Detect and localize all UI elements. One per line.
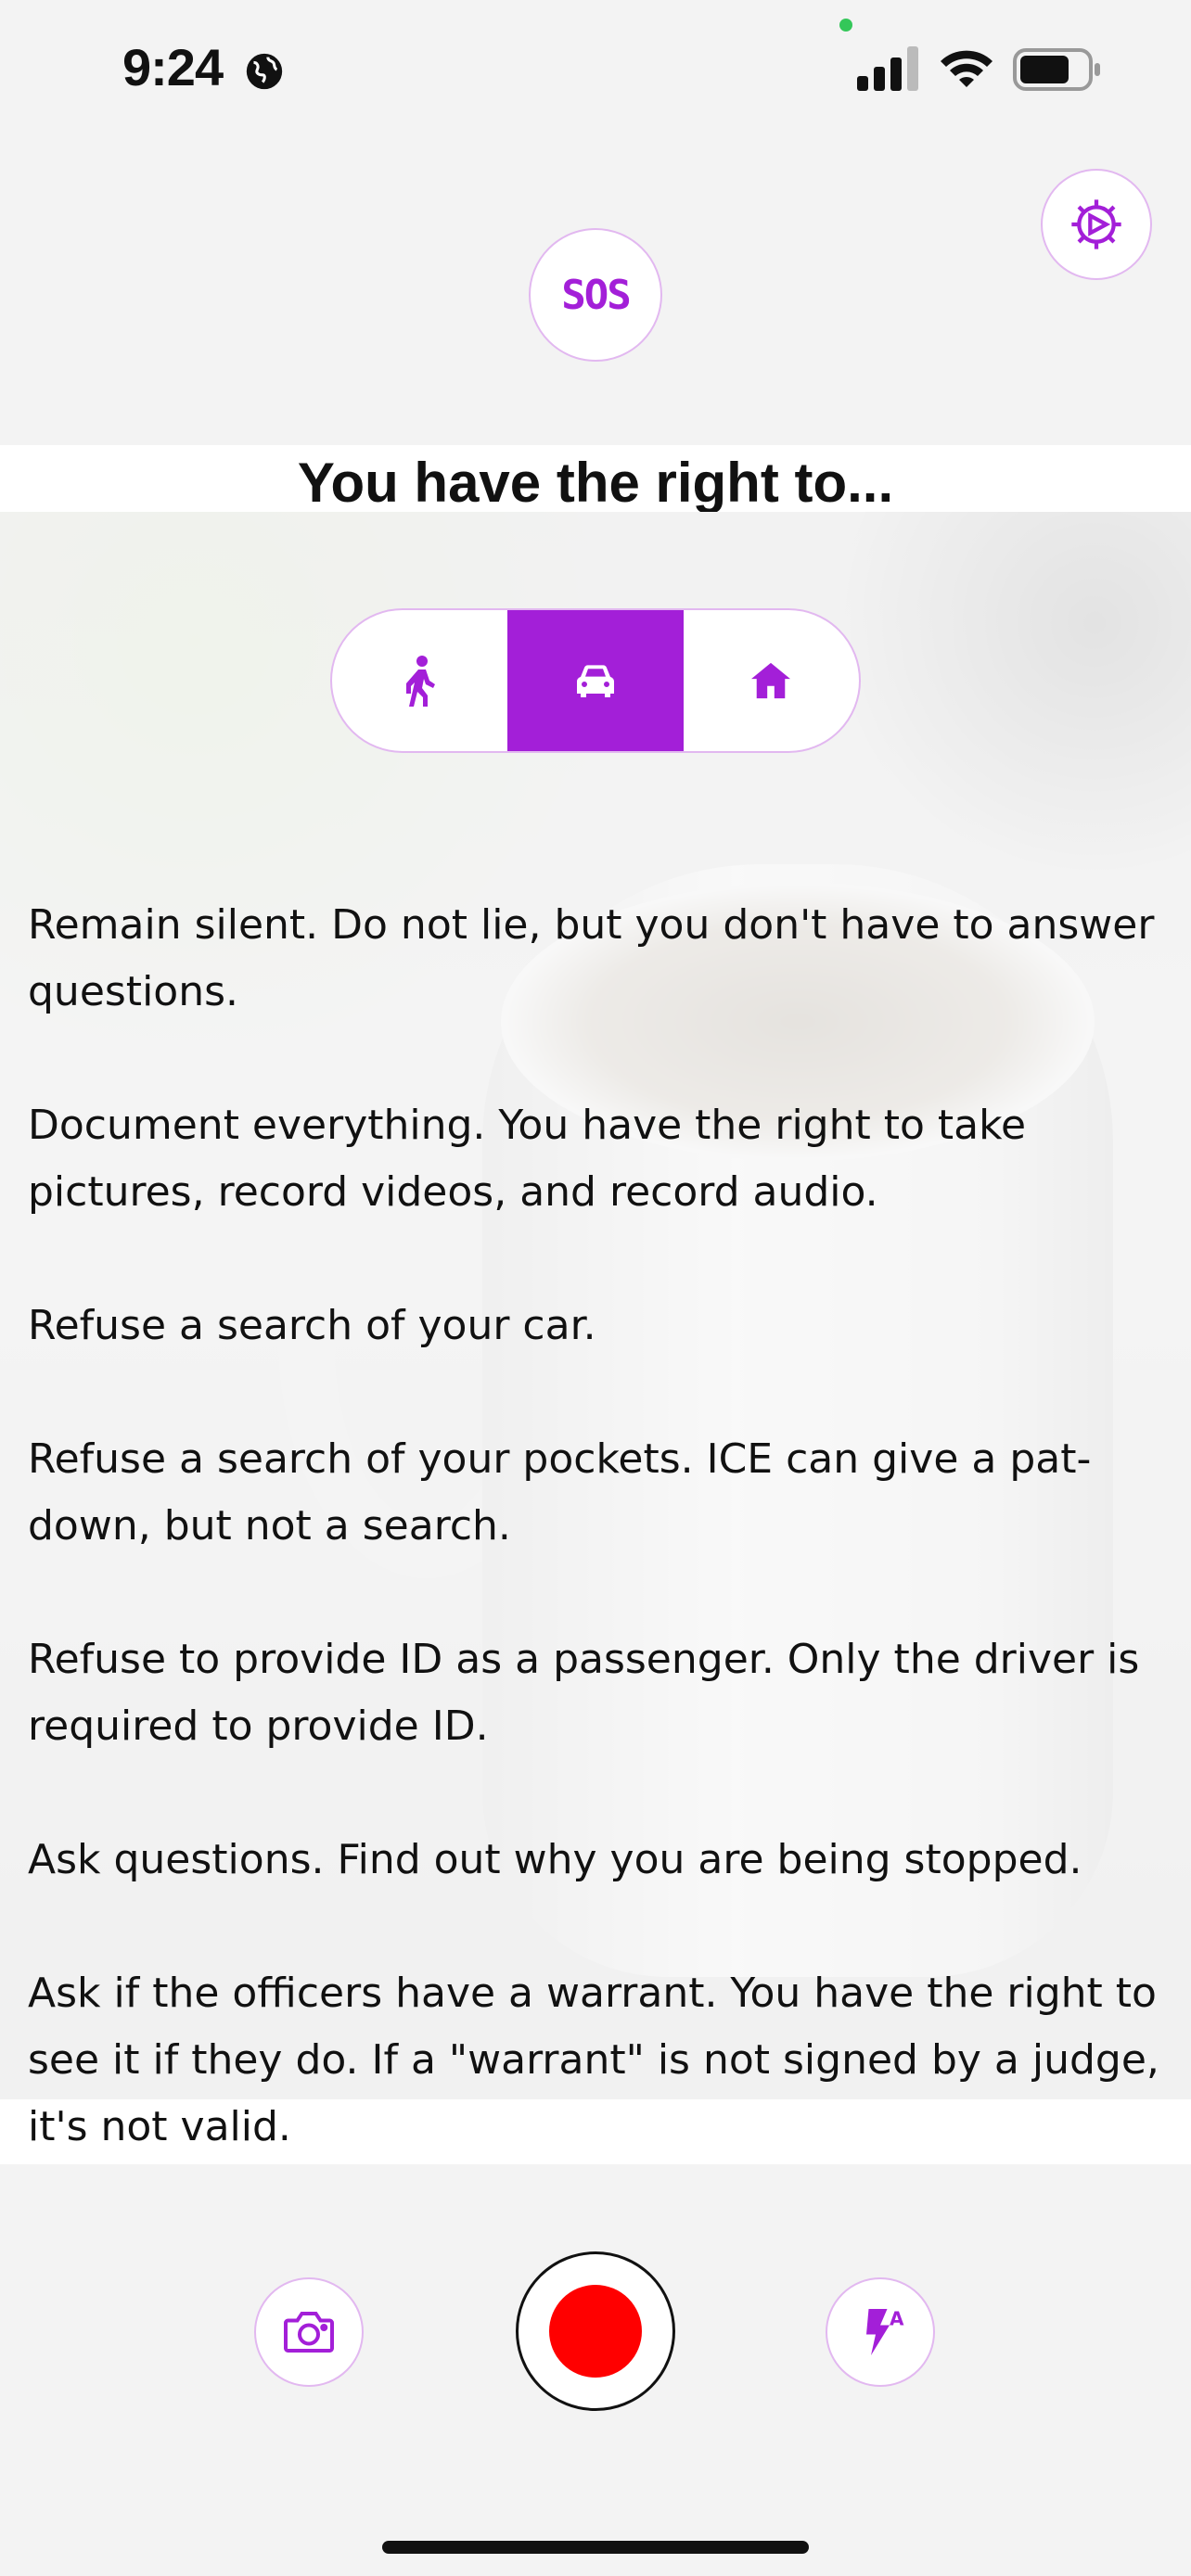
sos-button[interactable]: SOS bbox=[529, 228, 662, 362]
wifi-icon bbox=[941, 50, 992, 87]
right-item: Remain silent. Do not lie, but you don't… bbox=[28, 901, 1155, 1015]
home-indicator[interactable] bbox=[382, 2541, 809, 2554]
record-dot bbox=[549, 2285, 642, 2378]
camera-in-use-indicator bbox=[839, 19, 852, 32]
right-item: Refuse a search of your pockets. ICE can… bbox=[28, 1435, 1092, 1549]
house-icon bbox=[751, 662, 791, 699]
page-title: You have the right to... bbox=[297, 452, 894, 514]
record-button[interactable] bbox=[516, 2251, 675, 2411]
right-item: Refuse to provide ID as a passenger. Onl… bbox=[28, 1636, 1140, 1750]
tab-car[interactable] bbox=[507, 610, 684, 751]
right-item: Ask questions. Find out why you are bein… bbox=[28, 1836, 1082, 1883]
svg-text:A: A bbox=[890, 2308, 904, 2330]
status-time: 9:24 bbox=[122, 38, 224, 96]
status-bar: 9:24 bbox=[0, 0, 1191, 139]
camera-button[interactable] bbox=[254, 2277, 364, 2387]
sos-label: SOS bbox=[561, 271, 631, 319]
flash-auto-button[interactable]: A bbox=[826, 2277, 935, 2387]
flash-auto-icon: A bbox=[866, 2308, 904, 2355]
car-icon bbox=[576, 665, 614, 697]
tab-home[interactable] bbox=[684, 610, 859, 751]
right-item: Document everything. You have the right … bbox=[28, 1102, 1027, 1216]
cellular-signal-icon bbox=[857, 46, 918, 91]
globe-icon bbox=[246, 53, 283, 90]
camera-icon bbox=[284, 2312, 334, 2353]
tab-walking[interactable] bbox=[332, 610, 507, 751]
rights-list: Remain silent. Do not lie, but you don't… bbox=[28, 892, 1169, 2227]
right-item: Refuse a search of your car. bbox=[28, 1302, 596, 1349]
situation-segmented-control bbox=[330, 608, 861, 753]
settings-button[interactable] bbox=[1041, 169, 1152, 280]
person-walking-icon bbox=[405, 656, 435, 707]
battery-icon bbox=[1013, 48, 1100, 91]
settings-gear-icon bbox=[1071, 199, 1121, 249]
right-item: Ask if the officers have a warrant. You … bbox=[28, 1970, 1159, 2150]
